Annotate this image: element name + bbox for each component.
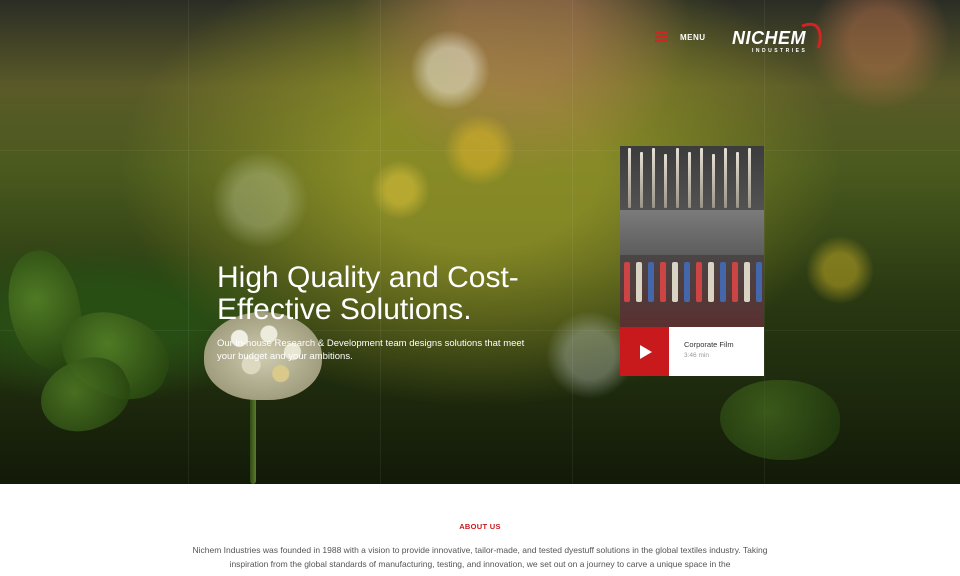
play-icon xyxy=(640,344,652,359)
video-title: Corporate Film xyxy=(684,340,734,349)
flower-stem xyxy=(250,395,256,484)
menu-button[interactable]: MENU xyxy=(655,32,706,42)
video-info-bar[interactable]: Corporate Film 3:46 min xyxy=(620,327,764,376)
logo-text: NICHEM xyxy=(732,28,806,48)
grid-line xyxy=(572,0,573,484)
hero-section: MENU NICHEM INDUSTRIES High Quality and … xyxy=(0,0,960,484)
logo[interactable]: NICHEM INDUSTRIES xyxy=(732,20,824,56)
play-button[interactable] xyxy=(620,327,669,376)
video-info: Corporate Film 3:46 min xyxy=(669,327,734,376)
clover-leaf xyxy=(720,380,840,460)
logo-subtext: INDUSTRIES xyxy=(752,48,808,54)
grid-line xyxy=(380,0,381,484)
menu-label: MENU xyxy=(680,32,706,42)
grid-line xyxy=(188,0,189,484)
video-duration: 3:46 min xyxy=(684,352,709,359)
machine-plate xyxy=(620,210,764,255)
video-card[interactable]: Corporate Film 3:46 min xyxy=(620,146,764,376)
about-heading: ABOUT US xyxy=(459,522,501,531)
hamburger-icon xyxy=(655,32,668,42)
grid-line xyxy=(0,150,960,151)
hero-subtext: Our in-house Research & Development team… xyxy=(217,338,525,362)
video-thumbnail[interactable] xyxy=(620,146,764,327)
hero-headline: High Quality and Cost-Effective Solution… xyxy=(217,261,519,326)
about-section: ABOUT US Nichem Industries was founded i… xyxy=(0,484,960,576)
about-text: Nichem Industries was founded in 1988 wi… xyxy=(192,545,768,569)
